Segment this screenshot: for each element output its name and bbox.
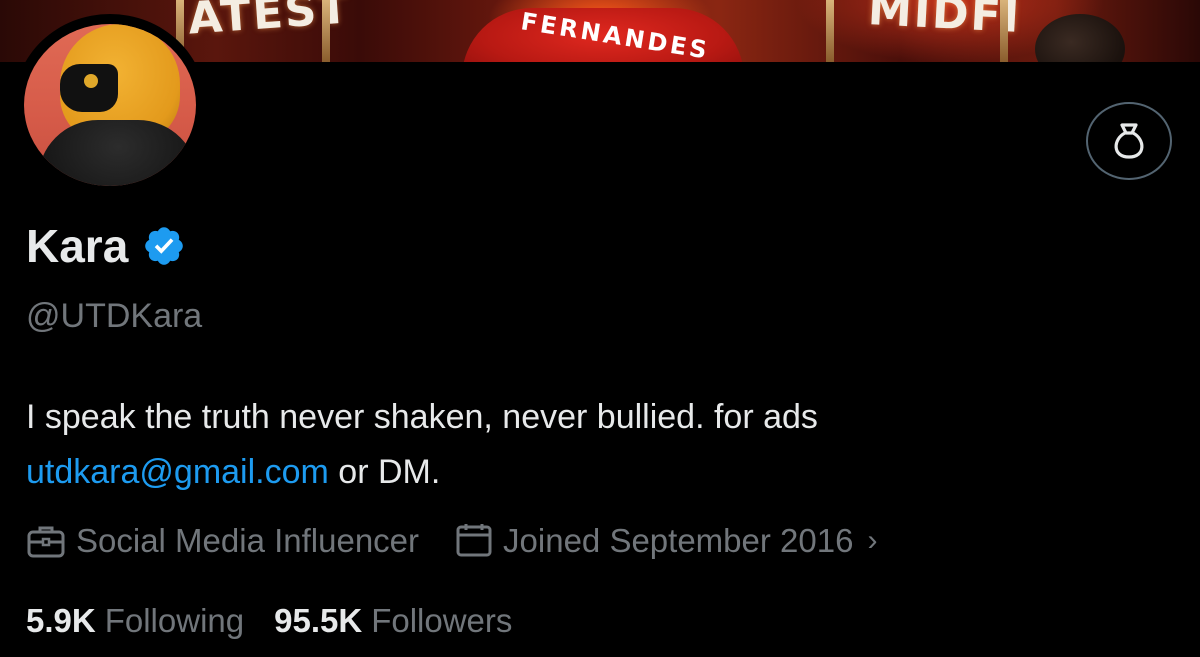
calendar-icon — [456, 524, 492, 557]
briefcase-icon — [27, 526, 65, 558]
avatar-mask — [60, 64, 118, 112]
bio-text: I speak the truth never shaken, never bu… — [26, 398, 818, 436]
followers-link[interactable]: 95.5K Followers — [274, 598, 512, 644]
joined-item[interactable]: Joined September 2016 › — [455, 517, 877, 565]
banner-pillar — [1000, 0, 1008, 62]
avatar-body — [38, 120, 196, 186]
verified-badge-icon[interactable] — [142, 224, 186, 268]
category-item: Social Media Influencer — [26, 517, 419, 565]
following-label: Following — [104, 602, 245, 639]
chevron-right-icon: › — [867, 524, 878, 557]
money-bag-icon — [1114, 123, 1144, 159]
avatar[interactable] — [24, 24, 196, 186]
following-count: 5.9K — [26, 602, 96, 639]
display-name: Kara — [26, 220, 129, 272]
banner-pillar — [322, 0, 330, 62]
followers-count: 95.5K — [274, 602, 363, 639]
followers-label: Followers — [371, 602, 513, 639]
avatar-logo — [84, 74, 98, 88]
tip-button[interactable] — [1086, 102, 1172, 180]
bio-email-link[interactable]: utdkara@gmail.com — [26, 453, 329, 491]
category-label: Social Media Influencer — [76, 522, 420, 559]
follow-stats: 5.9K Following 95.5K Followers — [26, 598, 512, 644]
banner-text-right: MIDFI — [866, 0, 1023, 43]
banner-figure — [1035, 14, 1125, 62]
name-row: Kara — [26, 218, 186, 274]
bio-suffix: or DM. — [328, 453, 441, 491]
joined-label: Joined September 2016 — [503, 522, 854, 559]
following-link[interactable]: 5.9K Following — [26, 598, 244, 644]
handle: @UTDKara — [26, 297, 203, 335]
bio: I speak the truth never shaken, never bu… — [26, 390, 1126, 500]
banner-pillar — [826, 0, 834, 62]
profile-meta: Social Media Influencer Joined September… — [26, 517, 877, 565]
